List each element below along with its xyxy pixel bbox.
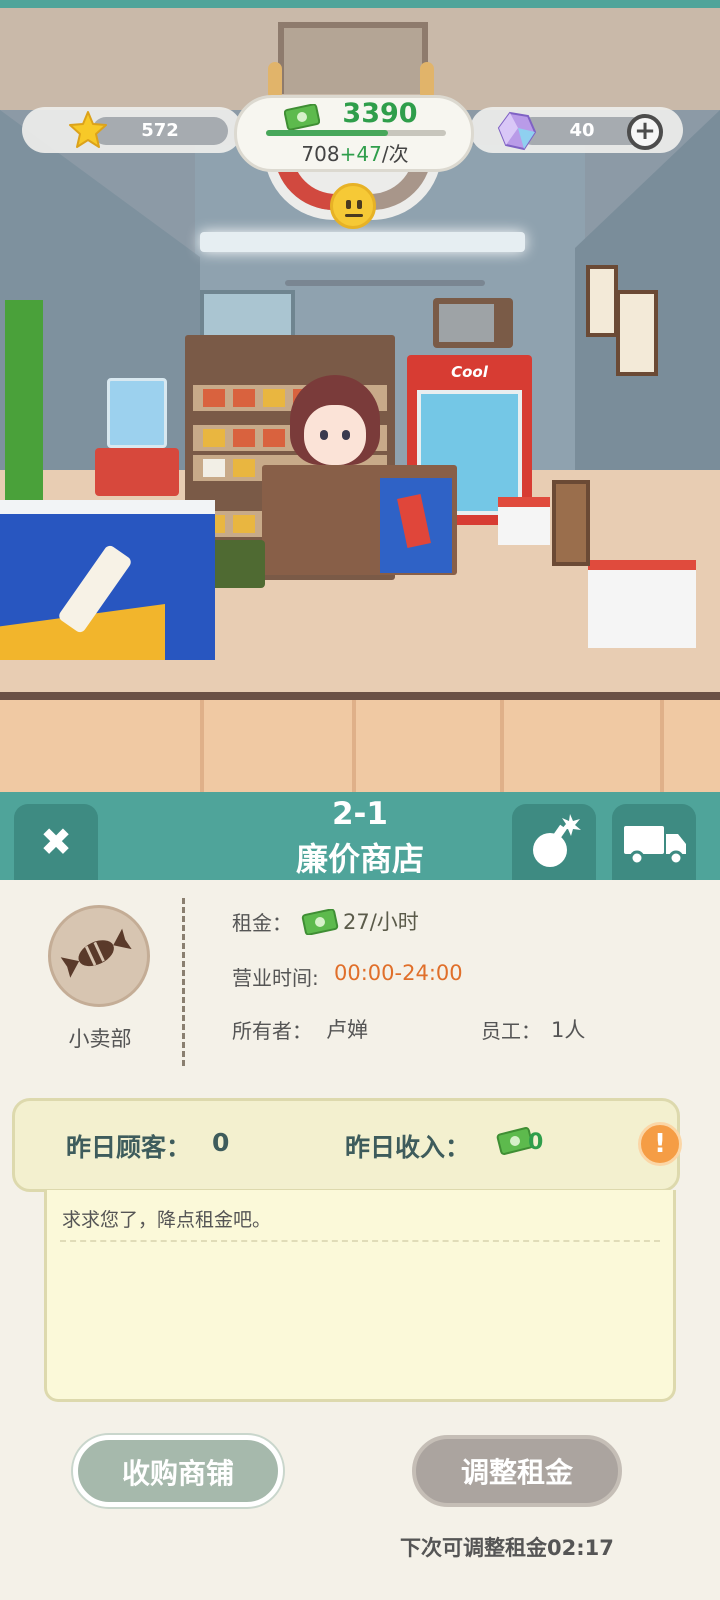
rent-value: 27/小时 bbox=[343, 910, 419, 934]
add-gems-button[interactable]: + bbox=[627, 114, 663, 150]
star-icon bbox=[69, 111, 107, 148]
money-progress-fill bbox=[266, 130, 389, 136]
bomb-button[interactable] bbox=[512, 804, 596, 880]
next-adjust-timer: 下次可调整租金02:17 bbox=[400, 1536, 614, 1560]
back-window bbox=[200, 290, 295, 340]
cardboard-stand bbox=[552, 480, 590, 566]
candy-icon bbox=[60, 928, 132, 978]
staff-value: 1人 bbox=[551, 1018, 586, 1042]
staff-label: 员工： bbox=[481, 1019, 541, 1043]
shop-category: 小卖部 bbox=[68, 1027, 132, 1051]
stock-box bbox=[498, 497, 550, 545]
sign-bracket bbox=[278, 22, 428, 94]
owner-value: 卢婵 bbox=[326, 1018, 368, 1042]
money-amount: 3390 bbox=[342, 98, 418, 129]
basket bbox=[210, 540, 265, 588]
wall-menu bbox=[616, 290, 658, 376]
close-button[interactable]: ✖ bbox=[14, 804, 98, 880]
cash-icon bbox=[301, 909, 339, 935]
stock-box bbox=[588, 560, 696, 648]
buy-shop-button[interactable]: 收购商铺 bbox=[73, 1435, 283, 1507]
income-rate: 708+47/次 bbox=[260, 138, 450, 167]
water-dispenser bbox=[95, 378, 185, 496]
income-label: 昨日收入： bbox=[345, 1133, 471, 1162]
rent-label: 租金： bbox=[232, 911, 292, 935]
customers-value: 0 bbox=[212, 1128, 230, 1157]
tenant-message: 求求您了，降点租金吧。 bbox=[62, 1209, 272, 1231]
soda-poster bbox=[380, 478, 452, 573]
shop-code: 2-1 bbox=[331, 796, 388, 832]
customers-label: 昨日顾客： bbox=[66, 1133, 192, 1162]
truck-icon bbox=[624, 826, 686, 866]
rate-base: 708 bbox=[301, 142, 340, 166]
income-value: 0 bbox=[528, 1130, 544, 1155]
money-progress-bar bbox=[266, 130, 446, 136]
neutral-face-icon bbox=[330, 183, 376, 229]
rate-unit: /次 bbox=[381, 142, 409, 166]
wall-notice bbox=[586, 265, 618, 337]
adjust-rent-button[interactable]: 调整租金 bbox=[412, 1435, 622, 1507]
ceiling-lamp bbox=[200, 232, 525, 252]
television bbox=[433, 298, 513, 348]
star-count: 572 bbox=[92, 117, 228, 145]
close-icon: ✖ bbox=[40, 820, 72, 864]
fridge-sign: Cool bbox=[451, 363, 488, 381]
hours-value: 00:00-24:00 bbox=[334, 961, 463, 985]
hours-label: 营业时间: bbox=[232, 966, 319, 990]
street-floor bbox=[0, 700, 720, 792]
delivery-button[interactable] bbox=[612, 804, 696, 880]
gem-icon bbox=[497, 111, 537, 151]
shop-category-badge bbox=[48, 905, 150, 1007]
bomb-icon bbox=[533, 814, 581, 867]
wall-poster bbox=[5, 300, 43, 500]
cash-icon bbox=[284, 104, 320, 130]
star-counter: 572 bbox=[22, 107, 242, 153]
message-divider bbox=[60, 1240, 660, 1242]
rate-plus: +47 bbox=[339, 142, 382, 166]
owner-label: 所有者： bbox=[232, 1019, 312, 1043]
shop-name: 廉价商店 bbox=[295, 840, 424, 878]
ice-cream-freezer bbox=[0, 500, 215, 660]
shopkeeper-character[interactable] bbox=[290, 375, 380, 470]
divider bbox=[182, 898, 185, 1066]
ceiling-fan bbox=[285, 280, 485, 286]
alert-icon[interactable]: ! bbox=[638, 1122, 682, 1166]
